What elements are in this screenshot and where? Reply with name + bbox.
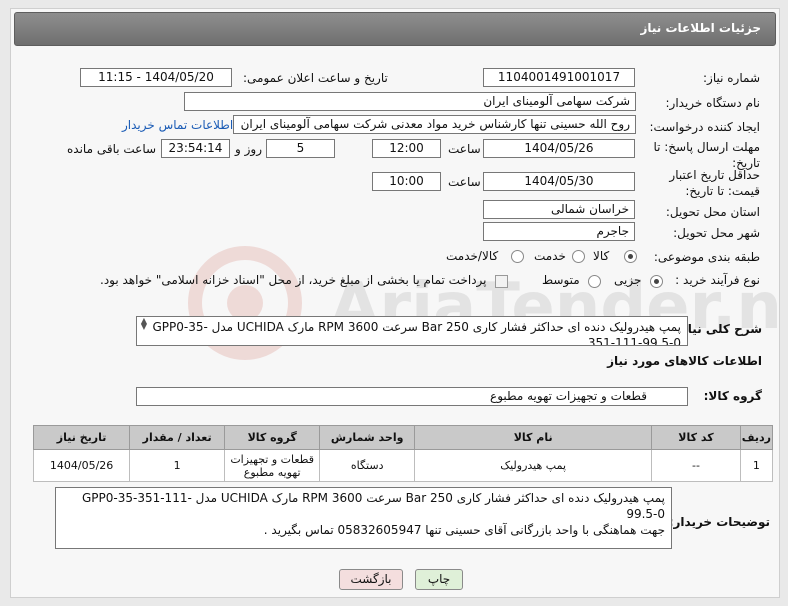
need-number-field: 1104001491001017 [483, 68, 635, 87]
goods-info-heading: اطلاعات کالاهای مورد نیاز [607, 354, 762, 368]
province-field: خراسان شمالی [483, 200, 635, 219]
col-code: کد کالا [651, 425, 741, 450]
remaining-time-field: 23:54:14 [161, 139, 230, 158]
category-radio-goods[interactable] [624, 250, 637, 263]
buyer-notes-label: توضیحات خریدار: [668, 515, 770, 529]
process-radio-medium[interactable] [588, 275, 601, 288]
cell-code: -- [651, 449, 741, 482]
process-option-minor: جزیی [614, 273, 642, 287]
buyer-field: شرکت سهامی آلومینای ایران [184, 92, 636, 111]
col-date: تاریخ نیاز [32, 425, 131, 450]
table-row[interactable]: 1 -- پمپ هیدرولیک دستگاه قطعات و تجهیزات… [32, 449, 774, 482]
buyer-notes-line2: جهت هماهنگی با واحد بازرگانی آقای حسینی … [263, 523, 665, 537]
category-radio-goods-service[interactable] [511, 250, 524, 263]
city-label: شهر محل تحویل: [673, 226, 760, 240]
summary-label: شرح کلی نیاز: [676, 322, 762, 336]
category-option-goods: کالا [593, 249, 610, 263]
category-option-goods-service: کالا/خدمت [446, 249, 499, 263]
back-button[interactable]: بازگشت [339, 569, 403, 590]
col-unit: واحد شمارش [319, 425, 416, 450]
deadline-time-field: 12:00 [372, 139, 441, 158]
contact-info-link[interactable]: اطلاعات تماس خریدار [122, 118, 233, 132]
col-name: نام کالا [414, 425, 653, 450]
validity-time-label: ساعت [448, 175, 481, 189]
table-header-row: ردیف کد کالا نام کالا واحد شمارش گروه کا… [32, 425, 774, 450]
days-field: 5 [266, 139, 335, 158]
need-number-label: شماره نیاز: [703, 71, 760, 85]
col-row: ردیف [739, 425, 774, 450]
panel-title: جزئیات اطلاعات نیاز [640, 21, 761, 35]
announce-label: تاریخ و ساعت اعلان عمومی: [243, 71, 388, 85]
deadline-date-field: 1404/05/26 [483, 139, 635, 158]
cell-date: 1404/05/26 [32, 449, 131, 482]
validity-date-field: 1404/05/30 [483, 172, 635, 191]
buyer-notes-textarea[interactable]: پمپ هیدرولیک دنده ای حداکثر فشار کاری 25… [55, 487, 672, 549]
treasury-payment-checkbox[interactable] [495, 275, 508, 288]
announce-date-field: 1404/05/20 - 11:15 [80, 68, 232, 87]
process-radio-minor[interactable] [650, 275, 663, 288]
category-option-service: خدمت [534, 249, 566, 263]
payment-note: پرداخت تمام یا بخشی از مبلغ خرید، از محل… [100, 273, 487, 287]
process-label: نوع فرآیند خرید : [675, 273, 760, 287]
city-field: جاجرم [483, 222, 635, 241]
group-label: گروه کالا: [703, 389, 762, 403]
validity-label: حداقل تاریخ اعتبار قیمت: تا تاریخ: [669, 168, 760, 198]
province-label: استان محل تحویل: [665, 205, 760, 219]
buyer-label: نام دستگاه خریدار: [665, 96, 761, 110]
cell-qty: 1 [129, 449, 226, 482]
col-qty: تعداد / مقدار [129, 425, 226, 450]
print-button[interactable]: چاپ [415, 569, 463, 590]
panel-header: جزئیات اطلاعات نیاز [14, 12, 776, 46]
creator-field: روح الله حسینی تنها کارشناس خرید مواد مع… [233, 115, 636, 134]
group-field: قطعات و تجهیزات تهویه مطبوع [136, 387, 688, 406]
remaining-label: ساعت باقی مانده [67, 142, 157, 156]
scroll-arrows-icon[interactable]: ▲ ▼ [138, 317, 147, 331]
validity-time-field: 10:00 [372, 172, 441, 191]
process-option-medium: متوسط [542, 273, 580, 287]
cell-name: پمپ هیدرولیک [414, 449, 653, 482]
cell-row: 1 [739, 449, 774, 482]
col-group: گروه کالا [224, 425, 321, 450]
buyer-notes-line1: پمپ هیدرولیک دنده ای حداکثر فشار کاری 25… [81, 491, 665, 521]
goods-table: ردیف کد کالا نام کالا واحد شمارش گروه کا… [32, 425, 774, 482]
category-radio-service[interactable] [572, 250, 585, 263]
deadline-time-label: ساعت [448, 142, 481, 156]
creator-label: ایجاد کننده درخواست: [649, 120, 760, 134]
cell-group: قطعات و تجهیزات تهویه مطبوع [224, 449, 321, 482]
days-label: روز و [235, 142, 262, 156]
summary-textarea[interactable]: پمپ هیدرولیک دنده ای حداکثر فشار کاری 25… [136, 316, 688, 346]
category-label: طبقه بندی موضوعی: [653, 250, 760, 264]
cell-unit: دستگاه [319, 449, 416, 482]
